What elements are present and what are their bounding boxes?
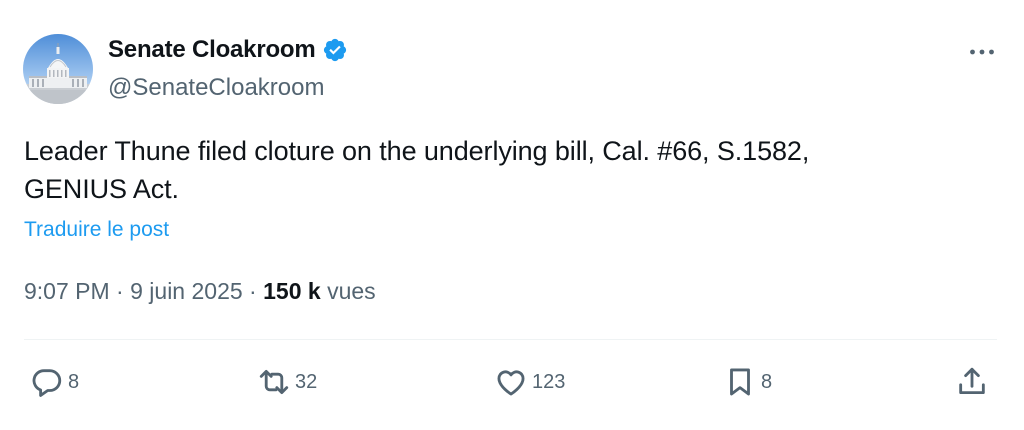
- reply-icon: [32, 369, 62, 397]
- repost-icon: [259, 369, 289, 395]
- capitol-dome-icon: [23, 34, 93, 104]
- meta-separator: ·: [242, 278, 264, 304]
- divider: [24, 339, 997, 340]
- tweet-text: Leader Thune filed cloture on the underl…: [24, 132, 944, 208]
- bookmark-icon: [730, 368, 750, 396]
- like-count: 123: [532, 370, 566, 393]
- translate-post-link[interactable]: Traduire le post: [24, 218, 169, 242]
- views-count: 150 k: [263, 278, 321, 304]
- author-name-row: Senate Cloakroom: [108, 36, 348, 64]
- avatar[interactable]: [23, 34, 93, 104]
- reply-count: 8: [68, 370, 80, 393]
- tweet-text-line: GENIUS Act.: [24, 174, 179, 204]
- heart-icon: [497, 370, 525, 396]
- repost-count: 32: [295, 370, 318, 393]
- share-icon: [959, 367, 985, 395]
- reply-button[interactable]: 8: [30, 364, 79, 400]
- author-handle[interactable]: @SenateCloakroom: [108, 74, 324, 102]
- more-options-button[interactable]: [962, 38, 1002, 66]
- share-button[interactable]: [955, 364, 989, 400]
- tweet-time[interactable]: 9:07 PM: [24, 278, 110, 304]
- tweet-text-line: Leader Thune filed cloture on the underl…: [24, 136, 810, 166]
- bookmark-count: 8: [761, 370, 773, 393]
- verified-badge-icon[interactable]: [322, 37, 348, 63]
- bookmark-button[interactable]: 8: [723, 364, 772, 400]
- views-label: vues: [327, 278, 376, 304]
- like-button[interactable]: 123: [494, 364, 565, 400]
- author-display-name[interactable]: Senate Cloakroom: [108, 36, 316, 64]
- more-dots-icon: [970, 49, 994, 55]
- tweet-date[interactable]: 9 juin 2025: [130, 278, 243, 304]
- meta-separator: ·: [109, 278, 131, 304]
- repost-button[interactable]: 32: [257, 364, 317, 400]
- tweet-meta: 9:07 PM · 9 juin 2025 · 150 k vues: [24, 278, 376, 305]
